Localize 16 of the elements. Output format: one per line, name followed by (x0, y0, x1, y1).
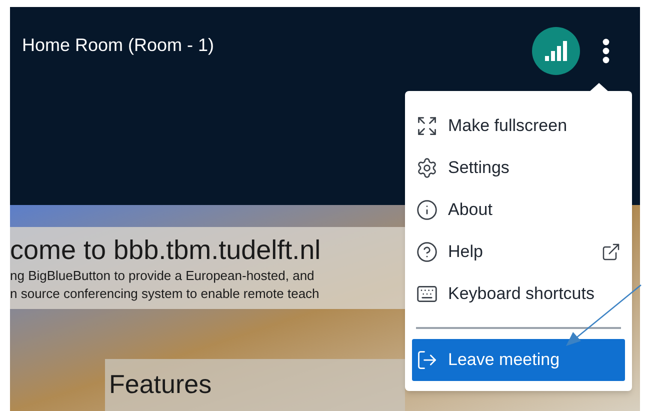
meeting-title: Home Room (Room - 1) (22, 34, 214, 57)
keyboard-icon (416, 283, 438, 305)
slide-text-line: n source conferencing system to enable remote teach (10, 285, 320, 303)
signal-bars-icon (545, 41, 567, 61)
expand-arrows-icon (416, 115, 438, 137)
exit-icon (416, 349, 438, 371)
connection-status-button[interactable] (532, 27, 580, 75)
slide-text-line: ng BigBlueButton to provide a European-hosted, and (10, 267, 316, 285)
external-link-icon (601, 242, 621, 262)
help-icon (416, 241, 438, 263)
info-icon (416, 199, 438, 221)
kebab-menu-icon[interactable] (602, 38, 610, 64)
slide-heading: Features (109, 369, 212, 399)
slide-title: come to bbb.tbm.tudelft.nl (10, 234, 322, 267)
settings-icon (416, 157, 438, 179)
menu-item[interactable]: Leave meeting (412, 339, 625, 381)
